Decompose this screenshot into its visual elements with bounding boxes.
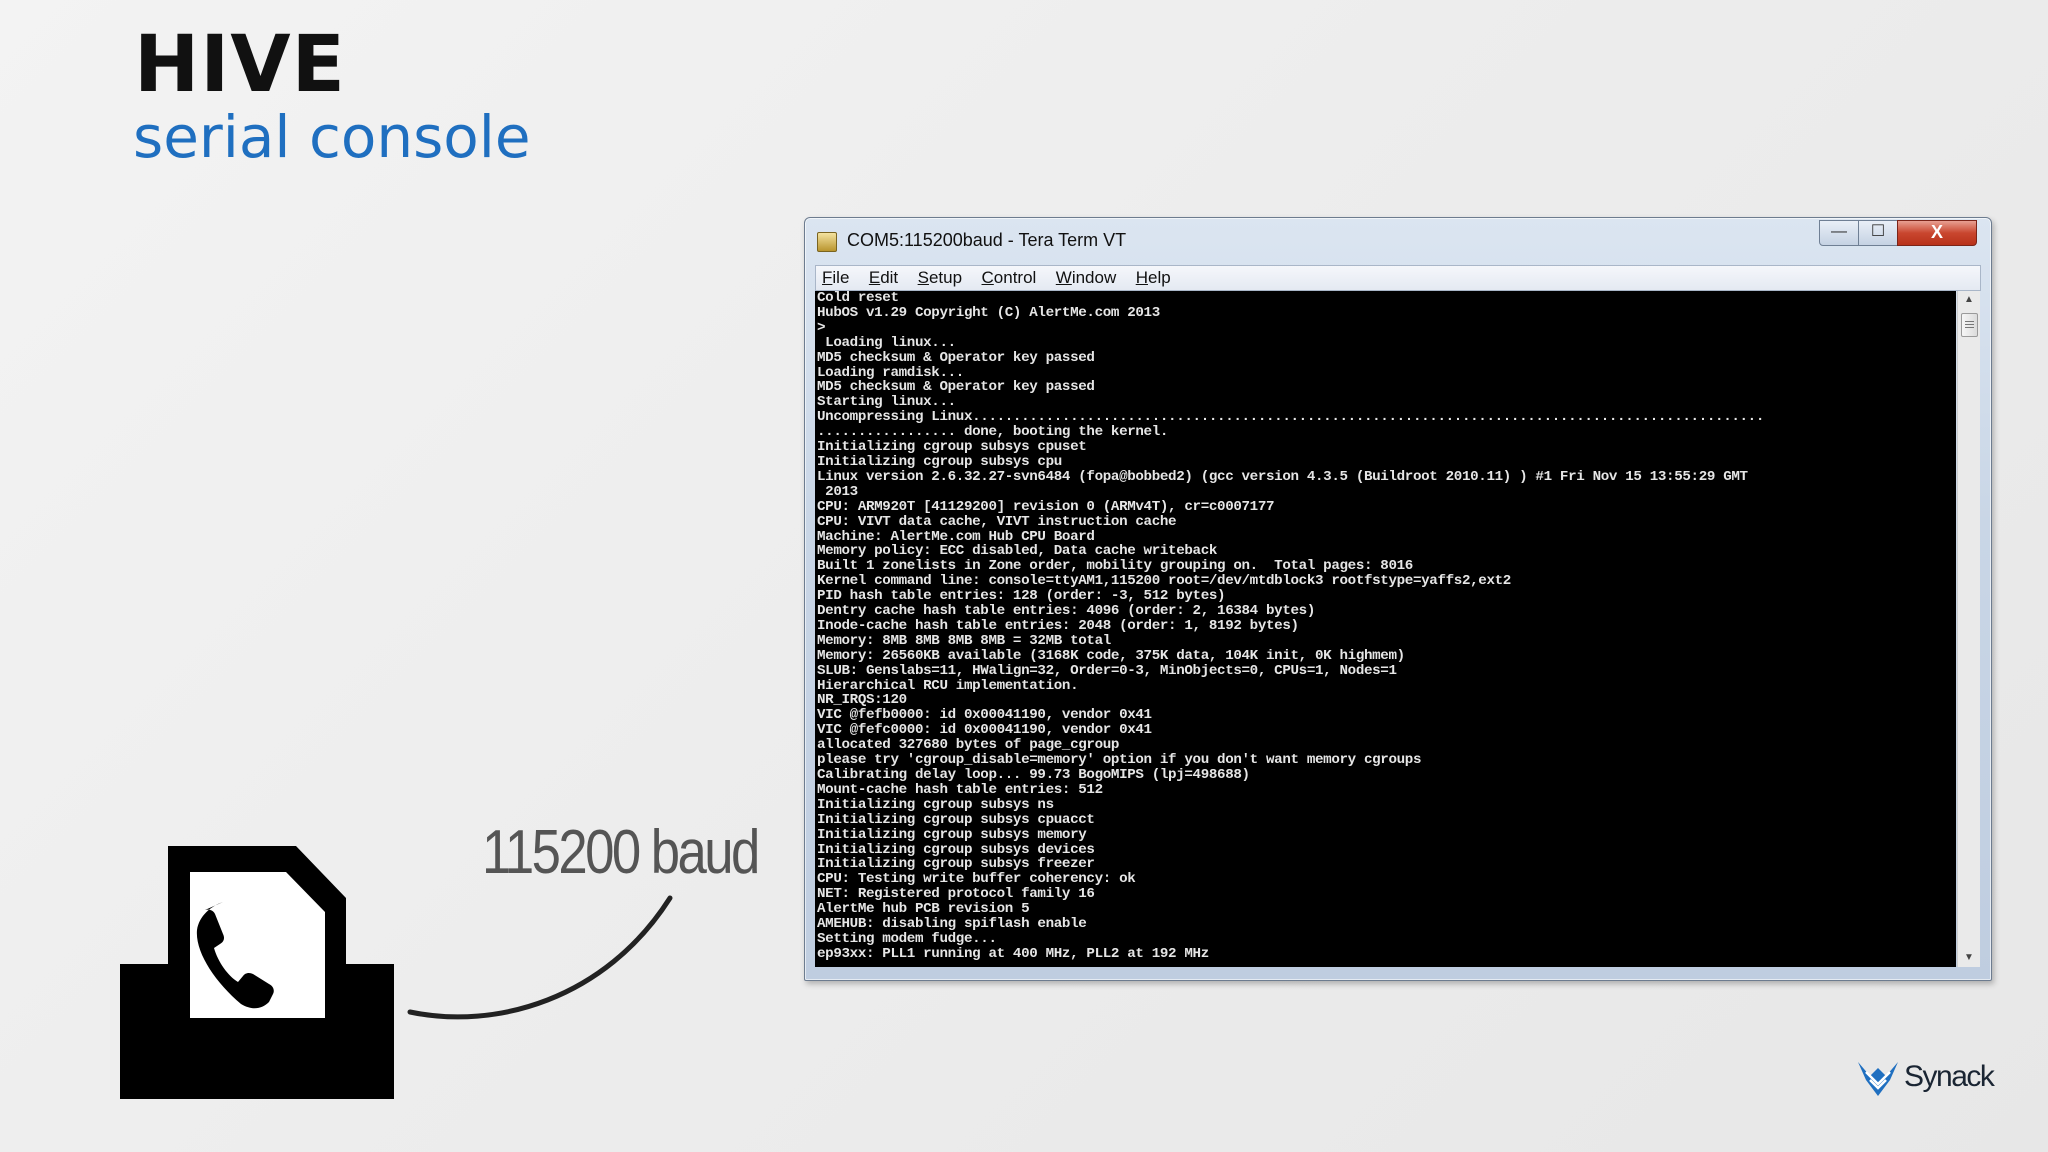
- terminal-line: CPU: VIVT data cache, VIVT instruction c…: [817, 513, 1177, 530]
- terminal-line: Inode-cache hash table entries: 2048 (or…: [817, 617, 1299, 634]
- menu-setup[interactable]: Setup: [918, 266, 962, 290]
- terminal-line: NR_IRQS:120: [817, 692, 907, 709]
- tera-term-window[interactable]: COM5:115200baud - Tera Term VT — ☐ X Fil…: [804, 217, 1992, 981]
- window-title: COM5:115200baud - Tera Term VT: [847, 230, 1127, 250]
- window-titlebar[interactable]: COM5:115200baud - Tera Term VT — ☐ X: [805, 218, 1991, 262]
- terminal-line: VIC @fefb0000: id 0x00041190, vendor 0x4…: [817, 707, 1152, 724]
- terminal-line: Initializing cgroup subsys memory: [817, 826, 1087, 843]
- terminal-line: SLUB: Genslabs=11, HWalign=32, Order=0-3…: [817, 662, 1397, 679]
- terminal-line: allocated 327680 bytes of page_cgroup: [817, 737, 1120, 754]
- phone-document-icon: [120, 846, 394, 1099]
- terminal-line: AMEHUB: disabling spiflash enable: [817, 916, 1087, 933]
- brand-name: Synack: [1904, 1060, 1995, 1093]
- terminal-line: please try 'cgroup_disable=memory' optio…: [817, 752, 1422, 769]
- terminal-line: Memory: 8MB 8MB 8MB 8MB = 32MB total: [817, 632, 1111, 649]
- terminal-line: CPU: ARM920T [41129200] revision 0 (ARMv…: [817, 498, 1275, 515]
- terminal-line: Kernel command line: console=ttyAM1,1152…: [817, 573, 1511, 590]
- terminal-line: MD5 checksum & Operator key passed: [817, 349, 1095, 366]
- scroll-up-arrow-icon[interactable]: ▲: [1958, 291, 1980, 309]
- terminal-line: Loading ramdisk...: [817, 364, 964, 381]
- vertical-scrollbar[interactable]: ▲ ▼: [1957, 291, 1980, 967]
- menu-help[interactable]: Help: [1136, 266, 1171, 290]
- menu-bar: File Edit Setup Control Window Help: [815, 265, 1981, 291]
- synack-logo-icon: [1858, 1062, 1898, 1096]
- menu-file[interactable]: File: [822, 266, 849, 290]
- maximize-button[interactable]: ☐: [1858, 220, 1898, 246]
- terminal-line: Initializing cgroup subsys devices: [817, 841, 1095, 858]
- terminal-line: Linux version 2.6.32.27-svn6484 (fopa@bo…: [817, 468, 1748, 485]
- close-button[interactable]: X: [1897, 220, 1977, 246]
- terminal-line: Initializing cgroup subsys cpu: [817, 453, 1062, 470]
- terminal-line: Dentry cache hash table entries: 4096 (o…: [817, 603, 1315, 620]
- terminal-line: ep93xx: PLL1 running at 400 MHz, PLL2 at…: [817, 945, 1209, 962]
- terminal-line: Memory: 26560KB available (3168K code, 3…: [817, 647, 1405, 664]
- menu-edit[interactable]: Edit: [869, 266, 898, 290]
- terminal-line: ................. done, booting the kern…: [817, 424, 1169, 441]
- terminal-line: CPU: Testing write buffer coherency: ok: [817, 871, 1136, 888]
- menu-window[interactable]: Window: [1056, 266, 1116, 290]
- tera-term-icon: [817, 232, 837, 252]
- slide-title: HIVE: [134, 20, 346, 110]
- terminal-line: NET: Registered protocol family 16: [817, 886, 1095, 903]
- terminal-line: Initializing cgroup subsys ns: [817, 796, 1054, 813]
- terminal-line: MD5 checksum & Operator key passed: [817, 379, 1095, 396]
- slide-subtitle: serial console: [133, 103, 531, 171]
- terminal-line: Initializing cgroup subsys freezer: [817, 856, 1095, 873]
- terminal-output[interactable]: Cold reset HubOS v1.29 Copyright (C) Aler…: [815, 291, 1956, 967]
- terminal-line: Machine: AlertMe.com Hub CPU Board: [817, 528, 1095, 545]
- terminal-line: Mount-cache hash table entries: 512: [817, 781, 1103, 798]
- terminal-line: Cold reset: [817, 291, 899, 306]
- terminal-line: Calibrating delay loop... 99.73 BogoMIPS…: [817, 767, 1250, 783]
- minimize-button[interactable]: —: [1819, 220, 1859, 246]
- scroll-thumb[interactable]: [1961, 313, 1978, 337]
- terminal-line: Initializing cgroup subsys cpuset: [817, 439, 1087, 456]
- terminal-line: 2013: [817, 483, 858, 500]
- terminal-line: >: [817, 319, 826, 336]
- scroll-down-arrow-icon[interactable]: ▼: [1958, 949, 1980, 967]
- terminal-line: Loading linux...: [817, 334, 956, 351]
- terminal-line: Setting modem fudge...: [817, 930, 997, 947]
- baud-rate-label: 115200 baud: [482, 818, 760, 887]
- terminal-line: AlertMe hub PCB revision 5: [817, 901, 1030, 918]
- menu-control[interactable]: Control: [982, 266, 1037, 290]
- terminal-line: PID hash table entries: 128 (order: -3, …: [817, 588, 1226, 605]
- terminal-line: Initializing cgroup subsys cpuacct: [817, 811, 1095, 828]
- terminal-line: Uncompressing Linux.....................…: [817, 409, 1765, 426]
- terminal-line: Starting linux...: [817, 394, 956, 411]
- terminal-line: HubOS v1.29 Copyright (C) AlertMe.com 20…: [817, 304, 1160, 321]
- terminal-line: Built 1 zonelists in Zone order, mobilit…: [817, 558, 1413, 575]
- pointer-arc: [407, 895, 673, 1020]
- terminal-line: Memory policy: ECC disabled, Data cache …: [817, 543, 1218, 560]
- terminal-line: VIC @fefc0000: id 0x00041190, vendor 0x4…: [817, 722, 1152, 739]
- terminal-line: Hierarchical RCU implementation.: [817, 677, 1079, 694]
